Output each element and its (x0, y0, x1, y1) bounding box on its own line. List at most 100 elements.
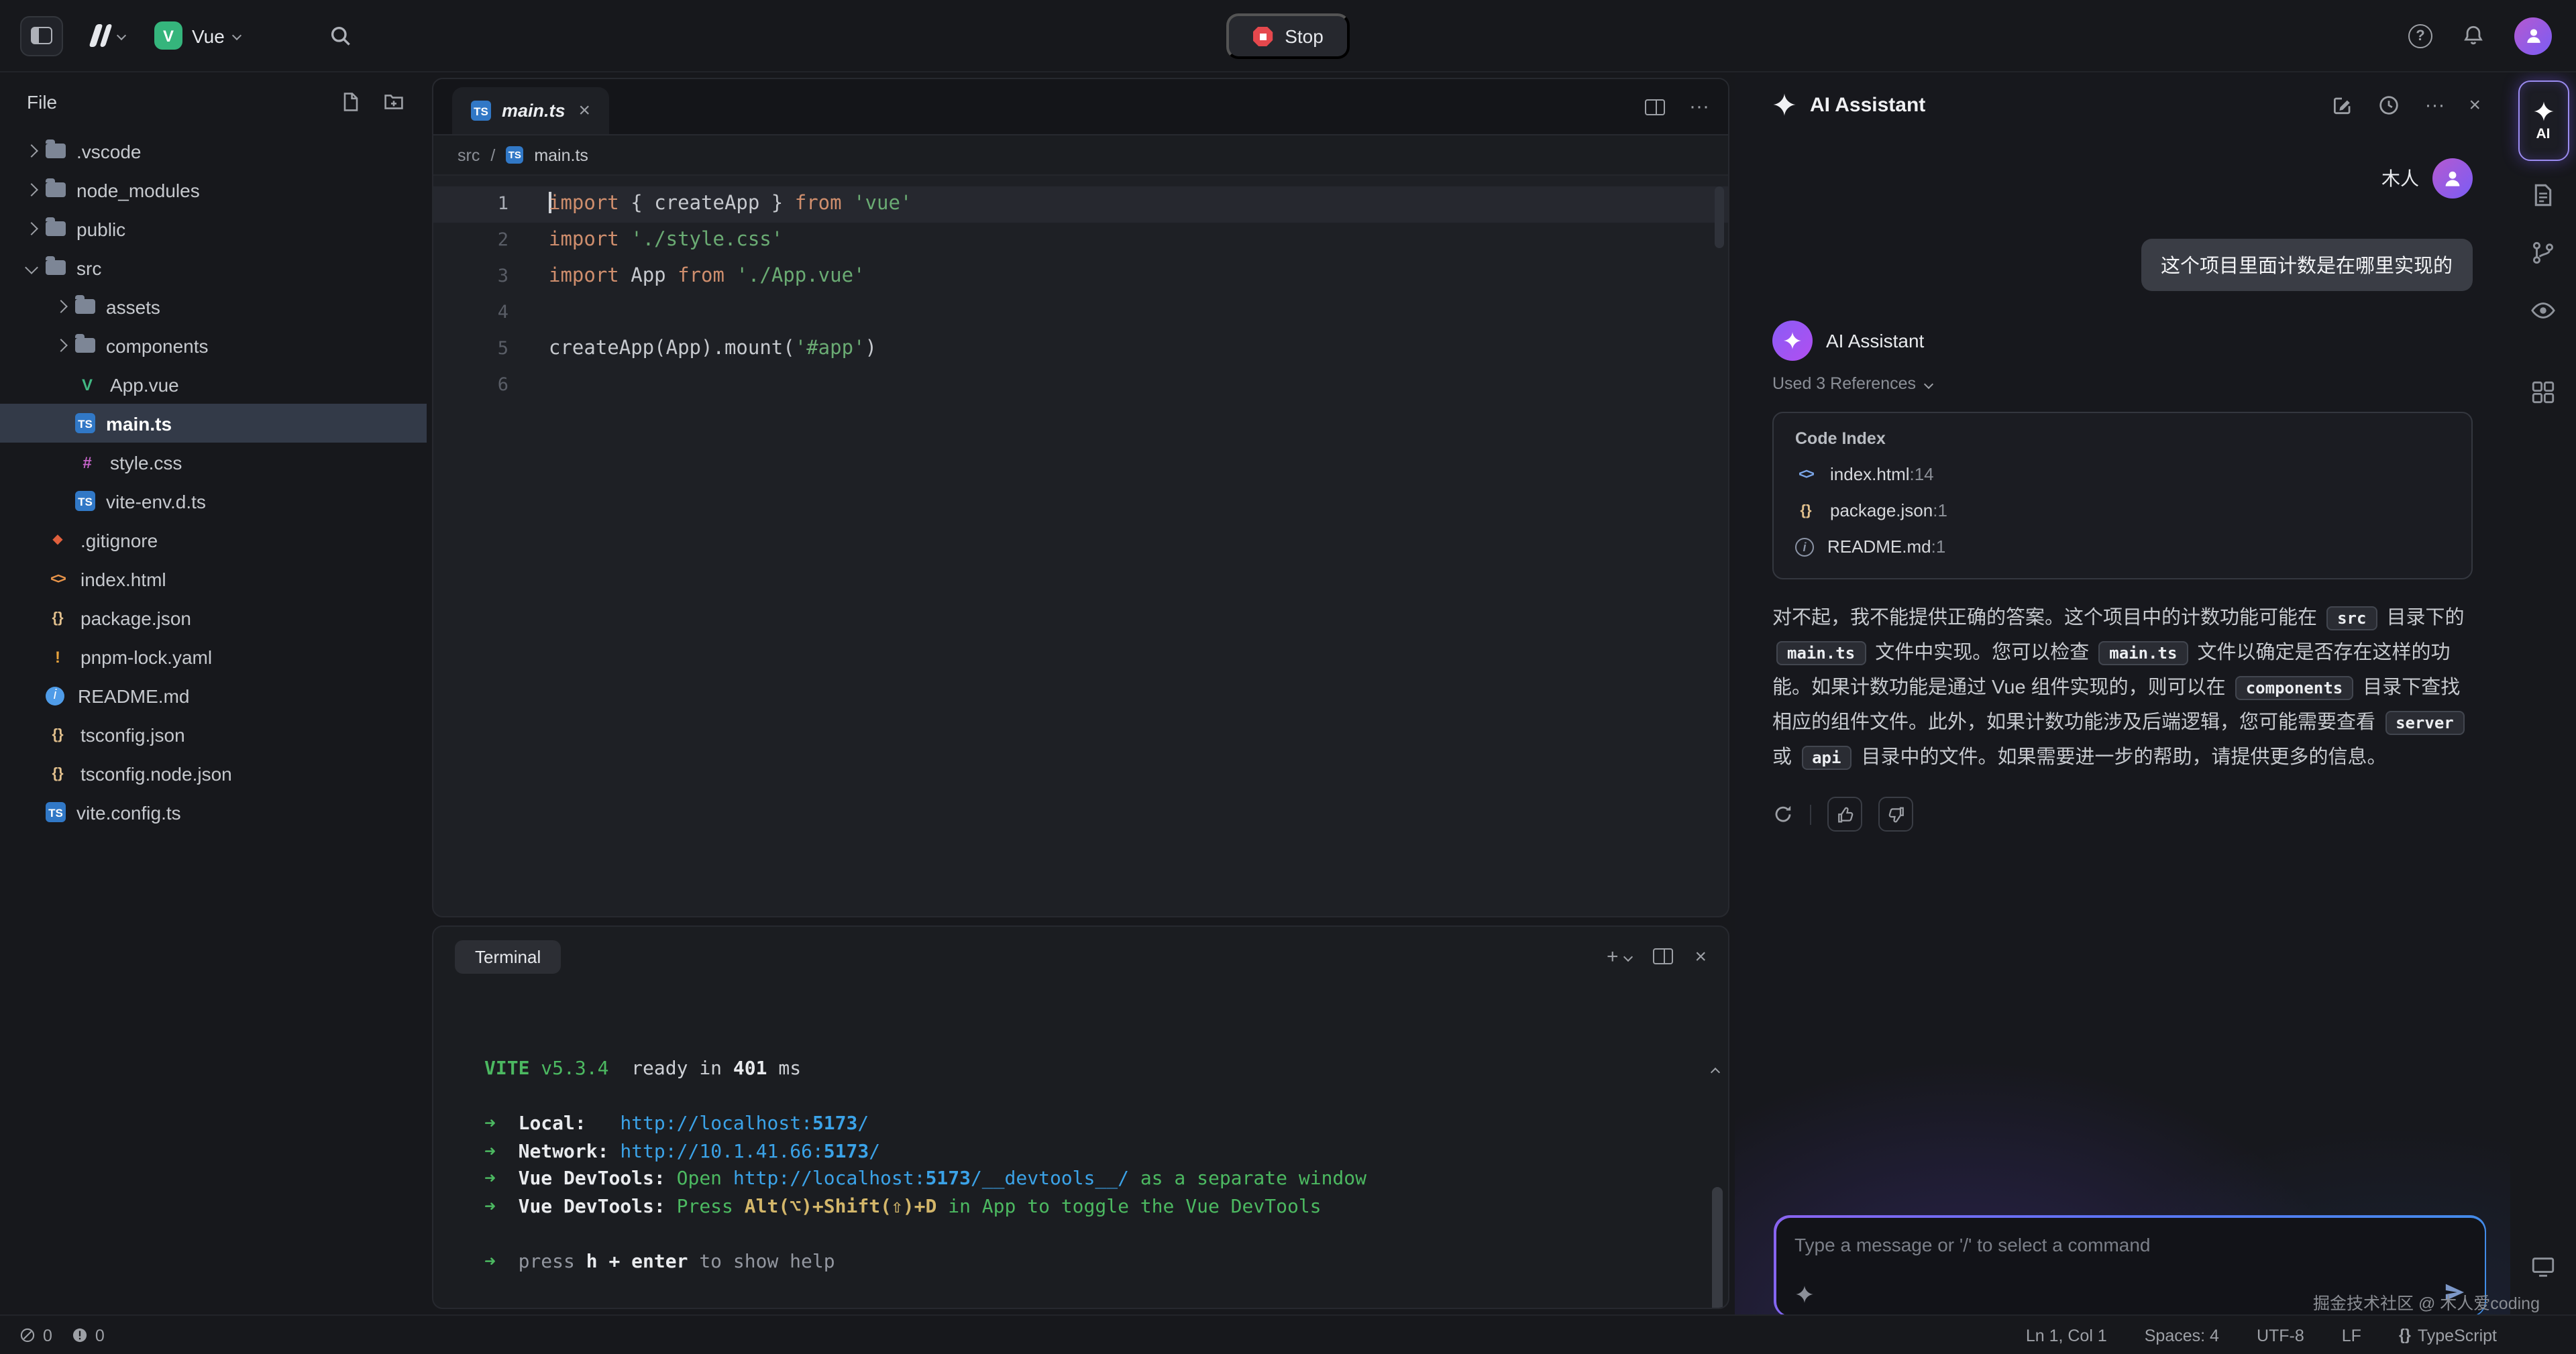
references-toggle[interactable]: Used 3 References (1772, 374, 2473, 393)
editor-pane: TS main.ts × ··· src / TS main.ts 1impor… (432, 78, 1729, 917)
tree-item-public[interactable]: public (0, 209, 427, 248)
code-index-item-package.json[interactable]: {}package.json:1 (1795, 492, 2450, 528)
source-control-activity-button[interactable] (2530, 240, 2556, 266)
status-item-utf-8[interactable]: UTF-8 (2257, 1326, 2304, 1345)
new-folder-button[interactable] (382, 91, 405, 113)
tree-item-label: README.md (78, 685, 189, 706)
terminal-line (484, 1083, 1728, 1111)
tree-item-node_modules[interactable]: node_modules (0, 170, 427, 209)
sidebar-toggle-button[interactable] (20, 15, 63, 56)
history-button[interactable] (2377, 93, 2400, 116)
chevron-down-icon (233, 31, 242, 40)
remote-window-button[interactable] (2510, 1254, 2576, 1280)
plus-icon: + (1607, 946, 1619, 966)
tree-item-README.md[interactable]: iREADME.md (0, 676, 427, 715)
app-logo-icon (89, 24, 112, 47)
person-icon (2523, 25, 2543, 46)
status-item-typescript[interactable]: {}TypeScript (2399, 1326, 2497, 1345)
tree-item-src[interactable]: src (0, 248, 427, 287)
notifications-button[interactable] (2462, 24, 2485, 47)
status-item-spaces-4[interactable]: Spaces: 4 (2145, 1326, 2219, 1345)
extensions-activity-button[interactable] (2530, 380, 2556, 405)
project-menu[interactable]: V Vue (154, 21, 241, 50)
terminal-output[interactable]: VITE v5.3.4 ready in 401 ms ➜ Local: htt… (433, 986, 1728, 1309)
code-text[interactable]: createApp(App).mount('#app') (508, 331, 877, 368)
angle-icon: <> (1795, 466, 1817, 482)
actions-divider (1810, 804, 1811, 824)
typescript-file-icon: TS (75, 413, 95, 433)
top-bar: V Vue Stop ? (0, 0, 2576, 72)
tab-main-ts[interactable]: TS main.ts × (452, 87, 609, 134)
search-button[interactable] (329, 23, 354, 48)
breadcrumb-separator: / (490, 146, 495, 164)
code-index-item-index.html[interactable]: <>index.html:14 (1795, 456, 2450, 492)
problems-warnings[interactable]: 0 (71, 1326, 105, 1345)
code-text[interactable]: import { createApp } from 'vue' (508, 186, 912, 223)
tree-item-label: .vscode (76, 140, 142, 162)
close-panel-icon[interactable]: × (2469, 95, 2481, 115)
tree-item-.gitignore[interactable]: ◆.gitignore (0, 520, 427, 559)
tree-item-.vscode[interactable]: .vscode (0, 131, 427, 170)
bell-icon (2462, 24, 2485, 47)
regenerate-button[interactable] (1772, 803, 1794, 825)
terminal-tab[interactable]: Terminal (455, 940, 561, 973)
file-search-activity-button[interactable] (2530, 182, 2556, 208)
tree-item-style.css[interactable]: #style.css (0, 443, 427, 482)
code-index-item-README.md[interactable]: iREADME.md:1 (1795, 528, 2450, 565)
preview-activity-button[interactable] (2530, 298, 2556, 323)
code-text[interactable] (508, 368, 549, 404)
thumbs-up-button[interactable] (1827, 797, 1862, 832)
tree-item-main.ts[interactable]: TS main.ts (0, 404, 427, 443)
inline-code-chip: components (2235, 676, 2354, 700)
ai-sparkle-icon (2532, 100, 2554, 121)
more-options-icon[interactable]: ··· (2424, 95, 2445, 115)
tree-item-vite.config.ts[interactable]: TSvite.config.ts (0, 793, 427, 832)
code-text[interactable]: import App from './App.vue' (508, 259, 865, 295)
terminal-close-icon[interactable]: × (1695, 946, 1707, 966)
user-avatar[interactable] (2514, 17, 2552, 54)
new-file-button[interactable] (339, 91, 361, 113)
stop-button[interactable]: Stop (1226, 13, 1350, 59)
new-chat-button[interactable] (2330, 93, 2353, 116)
split-terminal-icon[interactable] (1653, 948, 1673, 964)
chevron-right-icon (24, 144, 38, 158)
code-text[interactable] (508, 295, 549, 331)
tree-item-label: main.ts (106, 412, 172, 434)
workspace-menu[interactable] (93, 24, 125, 47)
editor-more-icon[interactable]: ··· (1689, 97, 1709, 117)
tree-item-label: style.css (110, 451, 182, 473)
tree-item-vite-env.d.ts[interactable]: TSvite-env.d.ts (0, 482, 427, 520)
ai-name: AI Assistant (1826, 330, 1924, 351)
status-item-lf[interactable]: LF (2342, 1326, 2361, 1345)
code-text[interactable]: import './style.css' (508, 223, 783, 259)
folder-icon (46, 221, 66, 236)
search-icon (329, 23, 354, 48)
user-name: 木人 (2381, 165, 2419, 192)
breadcrumb-file[interactable]: main.ts (534, 146, 588, 164)
tree-item-index.html[interactable]: <>index.html (0, 559, 427, 598)
tree-item-tsconfig.json[interactable]: {}tsconfig.json (0, 715, 427, 754)
breadcrumb-folder[interactable]: src (458, 146, 480, 164)
split-editor-icon[interactable] (1645, 99, 1665, 115)
help-button[interactable]: ? (2408, 23, 2432, 48)
tree-item-components[interactable]: components (0, 326, 427, 365)
status-item-ln-1-col-1[interactable]: Ln 1, Col 1 (2026, 1326, 2107, 1345)
ai-answer-text: 对不起，我不能提供正确的答案。这个项目中的计数功能可能在 src 目录下的 ma… (1772, 601, 2473, 775)
problems-errors[interactable]: 0 (19, 1326, 52, 1345)
tree-item-tsconfig.node.json[interactable]: {}tsconfig.node.json (0, 754, 427, 793)
tree-item-pnpm-lock.yaml[interactable]: !pnpm-lock.yaml (0, 637, 427, 676)
ai-assistant-activity-button[interactable]: AI (2518, 80, 2569, 161)
reference-line-number: :1 (1933, 500, 1947, 520)
code-index-card: Code Index <>index.html:14{}package.json… (1772, 412, 2473, 579)
thumbs-down-button[interactable] (1878, 797, 1913, 832)
chevron-right-icon (24, 183, 38, 196)
tree-item-assets[interactable]: assets (0, 287, 427, 326)
chat-input-placeholder: Type a message or '/' to select a comman… (1794, 1233, 2465, 1255)
editor-scrollbar[interactable] (1715, 186, 1724, 248)
tree-item-App.vue[interactable]: VApp.vue (0, 365, 427, 404)
tab-close-icon[interactable]: × (579, 101, 591, 121)
code-editor[interactable]: 1import { createApp } from 'vue'2import … (433, 176, 1728, 916)
tree-item-package.json[interactable]: {}package.json (0, 598, 427, 637)
terminal-scrollbar[interactable] (1712, 1187, 1723, 1309)
new-terminal-button[interactable]: + (1607, 946, 1632, 966)
